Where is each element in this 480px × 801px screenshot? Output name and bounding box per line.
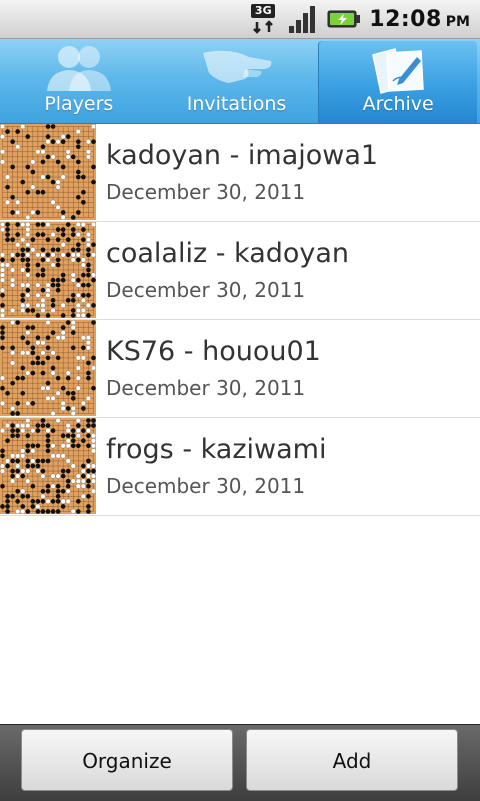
status-icons: 3G 12:08 PM <box>249 4 470 34</box>
go-board-thumbnail-icon <box>0 418 96 514</box>
game-list: kadoyan - imajowa1 December 30, 2011 coa… <box>0 124 480 516</box>
clock: 12:08 <box>369 6 442 32</box>
game-title: kadoyan - imajowa1 <box>106 140 379 171</box>
game-title: frogs - kaziwami <box>106 434 327 465</box>
add-button[interactable]: Add <box>246 729 458 791</box>
tab-label: Players <box>44 93 114 115</box>
game-title: KS76 - houou01 <box>106 336 321 367</box>
status-bar: 3G 12:08 PM <box>0 0 480 39</box>
game-title: coalaliz - kadoyan <box>106 238 350 269</box>
archive-icon <box>372 48 424 94</box>
list-item[interactable]: frogs - kaziwami December 30, 2011 <box>0 418 480 516</box>
tab-label: Archive <box>362 93 434 115</box>
go-board-thumbnail-icon <box>0 320 96 416</box>
game-date: December 30, 2011 <box>106 474 306 498</box>
tab-label: Invitations <box>186 93 287 115</box>
handshake-icon <box>202 50 271 83</box>
list-item[interactable]: kadoyan - imajowa1 December 30, 2011 <box>0 124 480 222</box>
tab-bar: Players Invitations Archive <box>0 39 480 124</box>
list-item[interactable]: coalaliz - kadoyan December 30, 2011 <box>0 222 480 320</box>
players-icon <box>46 46 111 91</box>
game-date: December 30, 2011 <box>106 180 306 204</box>
game-date: December 30, 2011 <box>106 376 306 400</box>
tab-players[interactable]: Players <box>0 39 158 123</box>
tab-archive[interactable]: Archive <box>318 41 478 123</box>
list-item[interactable]: KS76 - houou01 December 30, 2011 <box>0 320 480 418</box>
go-board-thumbnail-icon <box>0 124 96 220</box>
3g-data-icon: 3G <box>249 4 281 34</box>
game-date: December 30, 2011 <box>106 278 306 302</box>
signal-icon <box>289 6 316 33</box>
battery-charging-icon <box>327 10 361 28</box>
tab-invitations[interactable]: Invitations <box>158 39 316 123</box>
go-board-thumbnail-icon <box>0 222 96 318</box>
organize-button[interactable]: Organize <box>21 729 233 791</box>
bottom-action-bar: Organize Add <box>0 724 480 801</box>
clock-ampm: PM <box>445 14 470 30</box>
